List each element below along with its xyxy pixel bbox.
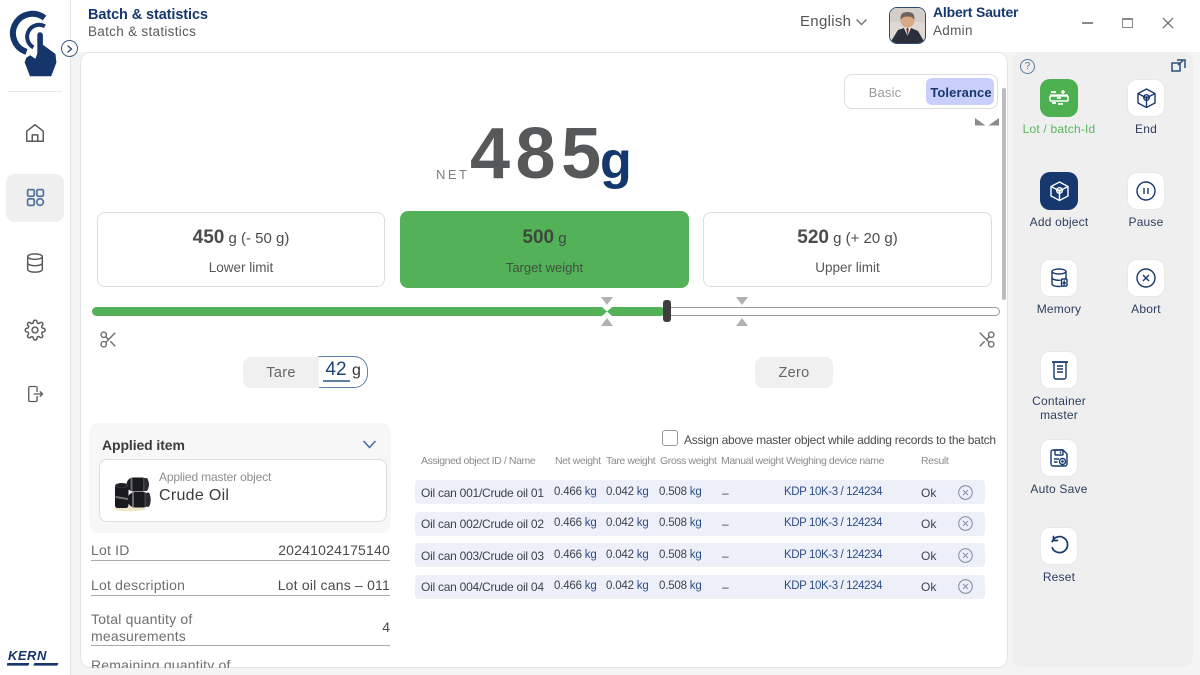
svg-text:KERN: KERN (8, 648, 47, 663)
